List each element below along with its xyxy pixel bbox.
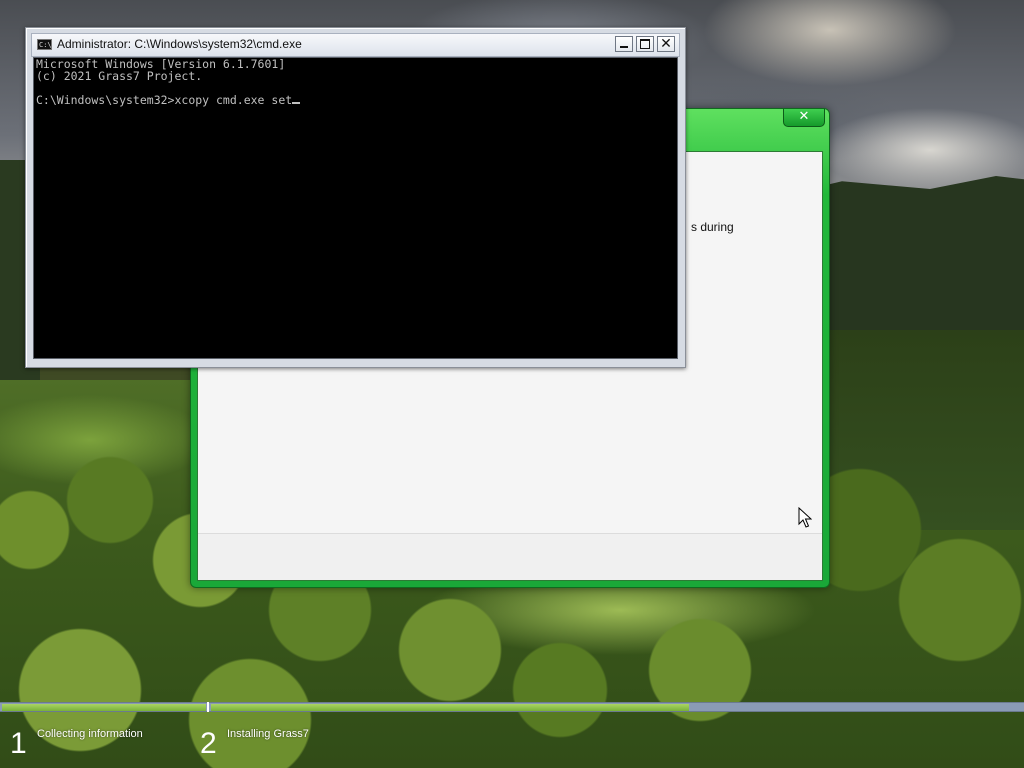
- progress-separator: [207, 702, 209, 712]
- close-icon: ✕: [660, 36, 672, 52]
- text-cursor: [292, 102, 301, 104]
- cmd-window[interactable]: C:\ Administrator: C:\Windows\system32\c…: [25, 27, 686, 368]
- setup-footer: [198, 533, 822, 580]
- maximize-button[interactable]: [636, 36, 654, 52]
- close-icon: ✕: [798, 109, 810, 124]
- step-label: Collecting information: [37, 728, 143, 740]
- minimize-button[interactable]: [615, 36, 633, 52]
- console-scroll-area: [673, 58, 677, 358]
- maximize-icon: [640, 39, 650, 49]
- cmd-icon[interactable]: C:\: [37, 39, 52, 50]
- cmd-titlebar[interactable]: C:\ Administrator: C:\Windows\system32\c…: [31, 33, 680, 57]
- progress-collecting-fill: [2, 704, 206, 711]
- setup-close-button[interactable]: ✕: [783, 109, 825, 127]
- step-label: Installing Grass7: [227, 728, 309, 740]
- console-line: (c) 2021 Grass7 Project.: [36, 69, 203, 83]
- setup-progress-bar: [0, 702, 1024, 712]
- console-text[interactable]: Microsoft Windows [Version 6.1.7601] (c)…: [36, 58, 301, 107]
- setup-partial-text: s during: [691, 220, 734, 234]
- console-output[interactable]: Microsoft Windows [Version 6.1.7601] (c)…: [33, 57, 678, 359]
- mouse-pointer-icon: [798, 507, 812, 528]
- progress-installing-fill: [211, 704, 689, 711]
- step-number: 1: [10, 727, 27, 760]
- console-prompt-line: C:\Windows\system32>xcopy cmd.exe set: [36, 93, 293, 107]
- close-button[interactable]: ✕: [657, 36, 675, 52]
- minimize-icon: [620, 46, 628, 48]
- cmd-window-title: Administrator: C:\Windows\system32\cmd.e…: [57, 37, 302, 51]
- step-number: 2: [200, 727, 217, 760]
